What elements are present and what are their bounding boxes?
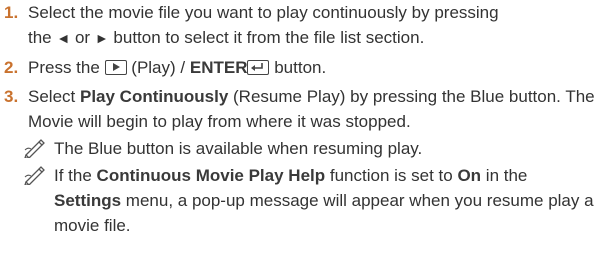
note-1: The Blue button is available when resumi… [0,136,597,161]
step-number: 1. [4,3,19,22]
pencil-note-icon [24,139,45,158]
step-2: 2. Press the (Play) / ENTER button. [0,55,597,80]
right-arrow-icon: ► [94,30,109,46]
step-1: 1. Select the movie file you want to pla… [0,0,597,51]
step-3: 3. Select Play Continuously (Resume Play… [0,84,597,238]
left-arrow-icon: ◄ [56,30,71,46]
play-key-icon [104,60,127,75]
pencil-note-icon [24,166,45,185]
step-2-text: Press the (Play) / ENTER button. [28,58,327,77]
step-1-text: Select the movie file you want to play c… [28,3,499,47]
note-2: If the Continuous Movie Play Help functi… [0,163,597,238]
step-number: 3. [4,87,19,106]
instruction-list: 1. Select the movie file you want to pla… [0,0,597,242]
step-3-text: Select Play Continuously (Resume Play) b… [28,87,595,131]
enter-key-icon [247,60,270,75]
enter-label: ENTER [189,58,248,77]
step-number: 2. [4,58,19,77]
